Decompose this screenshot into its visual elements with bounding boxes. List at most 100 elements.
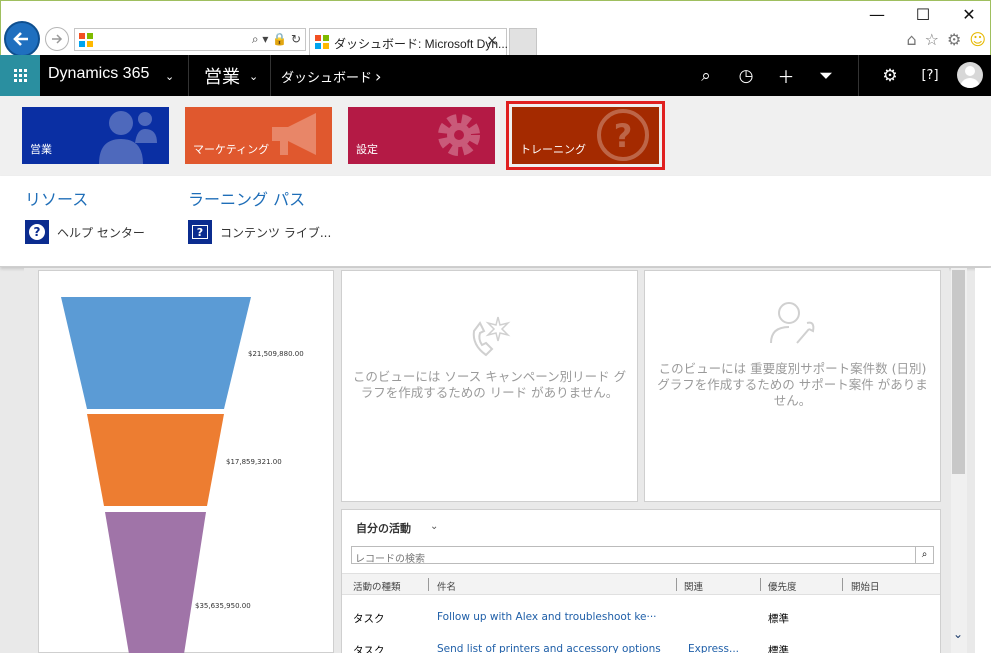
activities-panel: 自分の活動 ⌄ ⌕ 活動の種類 件名 関連 優先度 開始日 タスク Follow… [341,509,941,653]
tab-close-icon[interactable]: × [486,33,498,49]
nav-area[interactable]: 営業 [204,63,240,89]
column-header[interactable]: 優先度 [768,579,797,593]
column-header[interactable]: 関連 [684,579,703,593]
nav-actions: ⌕ ◷ ＋ ⏷ [686,55,846,96]
table-row[interactable]: タスク Follow up with Alex and troubleshoot… [342,602,940,634]
column-divider [760,578,761,591]
activity-priority: 標準 [768,613,789,625]
tile-training[interactable]: ? トレーニング [506,101,665,170]
phone-sparkle-icon [472,316,510,357]
divider [188,55,189,96]
link-help-center[interactable]: ? ヘルプ センター [25,220,145,244]
recent-icon[interactable]: ◷ [726,66,766,86]
link-content-library[interactable]: ? コンテンツ ライブ... [188,220,331,244]
browser-toolbar: ⌂ ☆ ⚙ ☺ [906,30,986,49]
table-row[interactable]: タスク Send list of printers and accessory … [342,634,940,653]
plus-icon[interactable]: ＋ [766,63,806,88]
tile-sales[interactable]: 営業 [22,107,169,164]
home-icon[interactable]: ⌂ [906,30,916,49]
page-scroll-area [975,268,991,653]
settings-gear-icon[interactable]: ⚙ [947,30,961,49]
dashboard-scrollbar[interactable]: ⌄ [951,268,967,653]
cases-chart-panel: このビューには 重要度別サポート案件数 (日別) グラフを作成するための サポー… [644,270,941,502]
back-button[interactable] [4,21,40,57]
link-label: コンテンツ ライブ... [220,225,332,240]
tile-label: トレーニング [520,143,586,156]
chevron-down-icon[interactable]: ⌄ [430,521,438,532]
help-icon: ? [25,220,49,244]
activity-subject[interactable]: Send list of printers and accessory opti… [437,643,661,653]
empty-message: このビューには 重要度別サポート案件数 (日別) グラフを作成するための サポー… [657,361,928,408]
record-search[interactable]: ⌕ [351,546,934,568]
person-wrench-icon [769,302,814,344]
nav-settings: ⚙ [?] [870,55,950,96]
help-icon[interactable]: [?] [910,68,950,83]
app-name[interactable]: Dynamics 365 [48,65,149,83]
activity-type: タスク [353,645,385,653]
activity-type: タスク [353,613,385,625]
column-header[interactable]: 件名 [437,579,456,593]
activity-priority: 標準 [768,645,789,653]
microsoft-logo-icon [79,33,93,47]
activities-title[interactable]: 自分の活動 [356,520,411,536]
address-icons[interactable]: ⌕ ▾ 🔒 ↻ [252,32,301,47]
chevron-down-icon[interactable]: ⌄ [249,70,258,83]
microsoft-logo-icon [315,35,329,49]
browser-chrome: ⌕ ▾ 🔒 ↻ ダッシュボード: Microsoft Dyn... × — ☐ … [0,0,991,57]
feedback-smiley-icon[interactable]: ☺ [969,30,986,49]
minimize-icon[interactable]: — [868,5,886,24]
tab-title: ダッシュボード: Microsoft Dyn... [334,37,509,51]
nav-page[interactable]: ダッシュボード [281,67,372,86]
activity-regarding[interactable]: Express... [688,643,739,653]
megaphone-icon [272,113,316,155]
app-launcher-icon[interactable] [0,55,40,96]
tile-marketing[interactable]: マーケティング [185,107,332,164]
funnel-label-1: $21,509,880.00 [248,350,304,358]
window-controls: — ☐ ✕ [868,5,978,24]
app-navbar: Dynamics 365 ⌄ 営業 ⌄ ダッシュボード › ⌕ ◷ ＋ ⏷ ⚙ … [0,55,991,96]
new-tab-button[interactable] [509,28,537,56]
tile-label: マーケティング [193,143,270,156]
tile-settings[interactable]: 設定 [348,107,495,164]
activity-subject[interactable]: Follow up with Alex and troubleshoot ke·… [437,611,657,623]
speech-bubble-help-icon: ? [188,220,212,244]
browser-tab[interactable]: ダッシュボード: Microsoft Dyn... × [309,28,509,56]
search-input[interactable] [352,551,912,568]
close-window-icon[interactable]: ✕ [960,5,978,24]
divider [270,55,271,96]
avatar[interactable] [957,62,983,88]
funnel-chart-panel: $21,509,880.00 $17,859,321.00 $35,635,95… [38,270,334,653]
sitemap-tiles: 営業 マーケティング 設定 ? トレーニング [0,96,991,176]
funnel-label-3: $35,635,950.00 [195,602,251,610]
forward-button[interactable] [45,27,69,51]
gear-icon[interactable]: ⚙ [870,66,910,86]
chevron-down-icon[interactable]: ⌄ [953,627,963,641]
column-header[interactable]: 開始日 [851,579,880,593]
funnel-chart [61,297,251,653]
gear-icon [438,114,480,156]
scroll-thumb[interactable] [952,270,965,474]
maximize-icon[interactable]: ☐ [914,5,932,24]
funnel-label-2: $17,859,321.00 [226,458,282,466]
divider [858,55,859,96]
search-icon[interactable]: ⌕ [686,66,726,86]
chevron-down-icon[interactable]: ⌄ [165,70,174,83]
filter-icon[interactable]: ⏷ [806,66,846,86]
tile-label: 営業 [30,143,52,156]
leads-chart-panel: このビューには ソース キャンペーン別リード グラフを作成するための リード が… [341,270,638,502]
funnel-segment-1 [61,297,251,409]
grid-header: 活動の種類 件名 関連 優先度 開始日 [342,573,940,595]
search-icon[interactable]: ⌕ [915,547,933,563]
column-header[interactable]: 活動の種類 [353,579,401,593]
favorites-star-icon[interactable]: ☆ [925,30,939,49]
empty-message: このビューには ソース キャンペーン別リード グラフを作成するための リード が… [352,369,627,400]
question-circle-icon: ? [597,109,649,161]
arrow-right-icon [52,34,63,44]
chevron-right-icon[interactable]: › [375,67,381,86]
link-label: ヘルプ センター [57,225,145,240]
column-divider [842,578,843,591]
tile-label: 設定 [356,143,378,156]
address-bar[interactable]: ⌕ ▾ 🔒 ↻ [74,28,306,51]
group-title-learning-path: ラーニング パス [188,190,306,209]
dashboard: $21,509,880.00 $17,859,321.00 $35,635,95… [24,268,949,653]
